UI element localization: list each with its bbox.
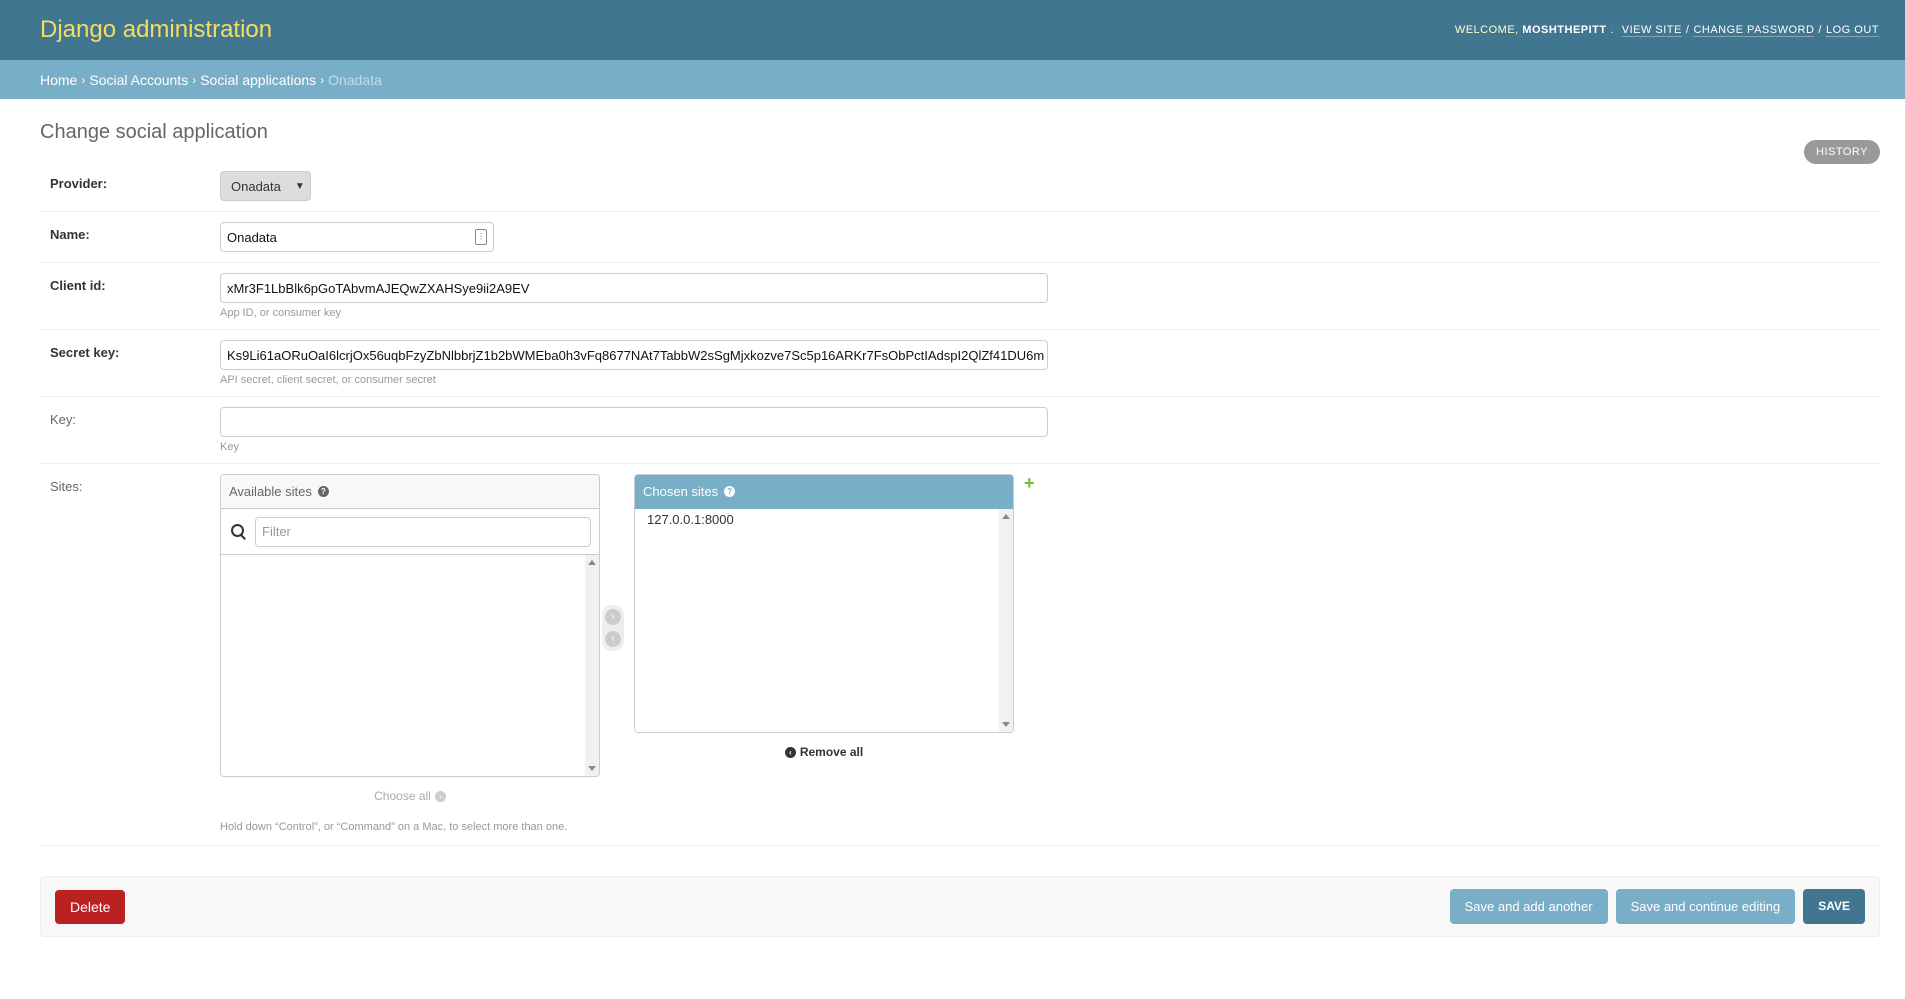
- available-sites-box: Available sites ? Filter: [220, 474, 600, 777]
- change-password-link[interactable]: Change password: [1693, 24, 1815, 37]
- secret-key-help: API secret, client secret, or consumer s…: [220, 374, 436, 386]
- log-out-link[interactable]: Log out: [1825, 24, 1879, 37]
- add-site-icon[interactable]: +: [1024, 474, 1035, 492]
- client-id-value: xMr3F1LbBlk6pGoTAbvmAJEQwZXAHSye9ii2A9EV: [227, 280, 530, 296]
- change-form: Provider: Onadata ▼ Name: Onadata ⋮ Clie…: [40, 159, 1880, 846]
- choose-all-link[interactable]: Choose all ›: [220, 789, 600, 803]
- key-label: Key:: [50, 412, 77, 427]
- name-label: Name:: [50, 227, 90, 242]
- chosen-sites-header: Chosen sites ?: [635, 475, 1013, 509]
- provider-label: Provider:: [50, 176, 108, 191]
- user-tools: Welcome, moshthepitt. View site / Change p…: [1454, 24, 1879, 37]
- search-icon: [229, 522, 249, 542]
- client-id-help: App ID, or consumer key: [220, 307, 342, 319]
- remove-arrow-icon[interactable]: ‹: [605, 631, 621, 647]
- mover-controls: › ‹: [602, 605, 624, 651]
- name-input[interactable]: Onadata ⋮: [220, 222, 494, 252]
- filter-row: Filter: [221, 509, 599, 555]
- arrow-right-icon: ›: [434, 791, 446, 803]
- available-sites-header: Available sites ?: [221, 475, 599, 509]
- delete-button[interactable]: Delete: [55, 889, 126, 924]
- provider-selected-value: Onadata: [231, 178, 281, 194]
- provider-select[interactable]: Onadata ▼: [220, 171, 311, 201]
- main-content: Change social application History Provid…: [0, 121, 1905, 937]
- scrollbar[interactable]: [585, 555, 599, 776]
- client-id-row: Client id: xMr3F1LbBlk6pGoTAbvmAJEQwZXAH…: [40, 263, 1880, 330]
- password-manager-icon[interactable]: ⋮: [475, 229, 487, 245]
- sites-selector: Available sites ? Filter Choose all › › …: [220, 474, 1870, 803]
- save-continue-button[interactable]: Save and continue editing: [1615, 889, 1796, 924]
- available-sites-title: Available sites: [229, 484, 312, 499]
- provider-row: Provider: Onadata ▼: [40, 159, 1880, 212]
- chosen-sites-list[interactable]: 127.0.0.1:8000: [635, 509, 1013, 732]
- available-sites-list[interactable]: [221, 555, 599, 776]
- secret-key-input[interactable]: Ks9Li61aORuOaI6lcrjOx56uqbFzyZbNlbbrjZ1b…: [220, 340, 1048, 370]
- name-row: Name: Onadata ⋮: [40, 212, 1880, 263]
- client-id-label: Client id:: [50, 278, 106, 293]
- page-title: Change social application: [40, 121, 268, 143]
- save-button[interactable]: Save: [1803, 889, 1865, 924]
- save-add-another-button[interactable]: Save and add another: [1449, 889, 1608, 924]
- add-arrow-icon[interactable]: ›: [605, 609, 621, 625]
- chosen-sites-title: Chosen sites: [643, 484, 719, 499]
- view-site-link[interactable]: View site: [1621, 24, 1682, 37]
- username: moshthepitt: [1522, 24, 1607, 36]
- submit-row: Delete Save and add another Save and con…: [40, 876, 1880, 937]
- welcome-text: Welcome,: [1454, 24, 1519, 36]
- help-icon[interactable]: ?: [317, 486, 329, 497]
- breadcrumb-model[interactable]: Social applications: [200, 72, 316, 88]
- secret-key-value: Ks9Li61aORuOaI6lcrjOx56uqbFzyZbNlbbrjZ1b…: [227, 347, 1045, 363]
- client-id-input[interactable]: xMr3F1LbBlk6pGoTAbvmAJEQwZXAHSye9ii2A9EV: [220, 273, 1048, 303]
- remove-all-link[interactable]: ‹ Remove all: [634, 745, 1014, 759]
- secret-key-row: Secret key: Ks9Li61aORuOaI6lcrjOx56uqbFz…: [40, 330, 1880, 397]
- arrow-left-icon: ‹: [784, 747, 796, 759]
- history-button[interactable]: History: [1804, 140, 1880, 164]
- chosen-sites-box: Chosen sites ? 127.0.0.1:8000: [634, 474, 1014, 733]
- sites-label: Sites:: [50, 479, 83, 494]
- sites-help: Hold down “Control”, or “Command” on a M…: [220, 821, 568, 833]
- scrollbar[interactable]: [999, 509, 1013, 732]
- name-input-value: Onadata: [227, 229, 277, 245]
- key-help: Key: [220, 441, 239, 453]
- breadcrumb-app[interactable]: Social Accounts: [89, 72, 188, 88]
- filter-input[interactable]: Filter: [255, 516, 591, 547]
- key-input[interactable]: [220, 407, 1048, 437]
- sites-row: Sites: Available sites ? Filter Choose a…: [40, 464, 1880, 846]
- caret-down-icon: ▼: [294, 180, 305, 192]
- breadcrumb-home[interactable]: Home: [40, 72, 77, 88]
- secret-key-label: Secret key:: [50, 345, 120, 360]
- breadcrumb-current: Onadata: [328, 71, 382, 88]
- header: Django administration Welcome, moshthepi…: [0, 0, 1905, 60]
- breadcrumb: Home › Social Accounts › Social applicatio…: [0, 60, 1905, 99]
- key-row: Key: Key: [40, 397, 1880, 464]
- help-icon[interactable]: ?: [724, 486, 736, 497]
- site-branding[interactable]: Django administration: [40, 16, 272, 44]
- list-item[interactable]: 127.0.0.1:8000: [635, 509, 1013, 530]
